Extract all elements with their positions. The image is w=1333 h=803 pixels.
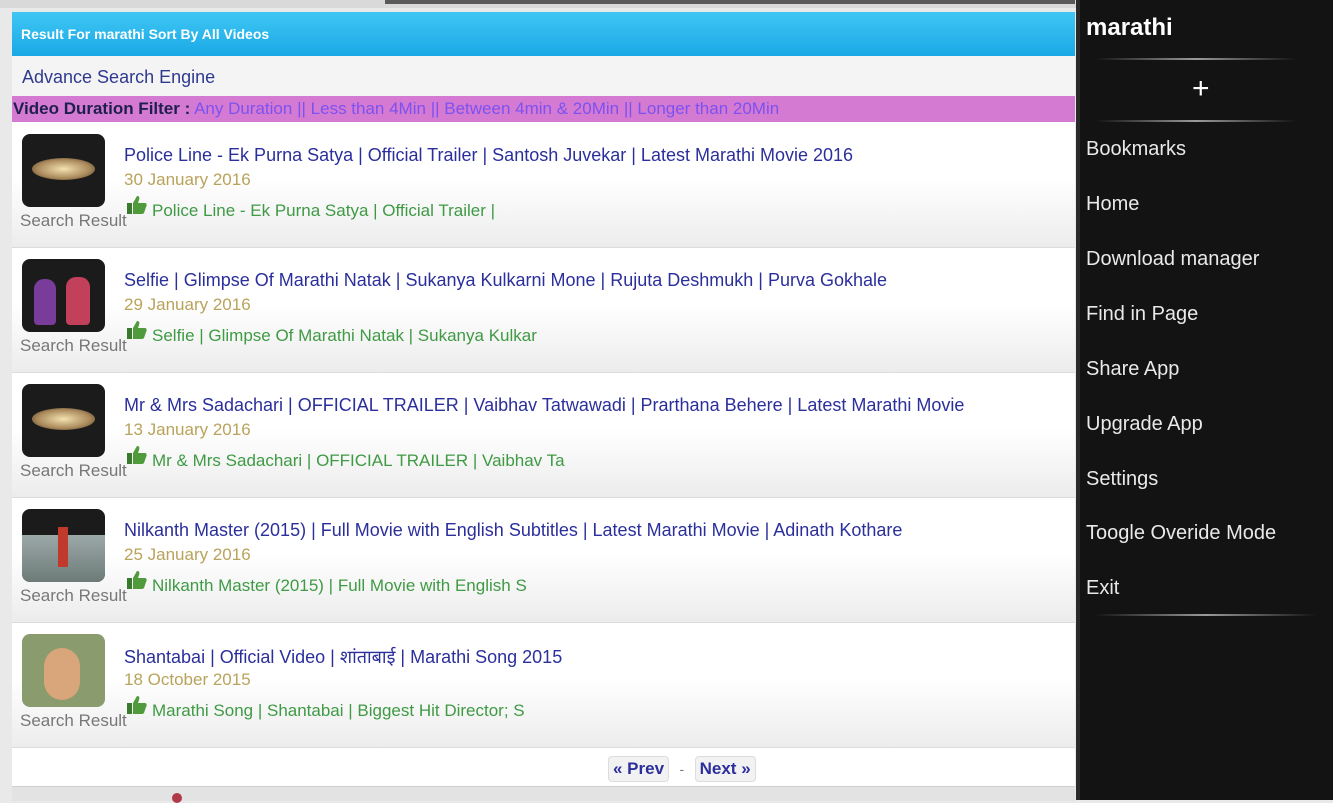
video-title-link[interactable]: Nilkanth Master (2015) | Full Movie with… [124,520,902,541]
search-result-caption: Search Result [20,586,127,605]
result-item[interactable]: Search Result Mr & Mrs Sadachari | OFFIC… [12,373,1075,498]
thumbs-up-icon [127,696,147,714]
video-date: 18 October 2015 [124,670,251,689]
add-tab-button[interactable]: + [1192,74,1210,104]
video-date: 30 January 2016 [124,170,251,189]
video-date: 13 January 2016 [124,420,251,439]
menu-item-find-in-page[interactable]: Find in Page [1086,303,1198,326]
result-item[interactable]: Search Result Shantabai | Official Video… [12,623,1075,748]
video-description: Marathi Song | Shantabai | Biggest Hit D… [152,701,525,720]
menu-item-share-app[interactable]: Share App [1086,358,1179,381]
filter-separator: || [430,99,440,118]
menu-item-upgrade-app[interactable]: Upgrade App [1086,413,1203,436]
video-date: 25 January 2016 [124,545,251,564]
filter-less-than-4min[interactable]: Less than 4Min [311,99,426,118]
menu-item-toggle-override-mode[interactable]: Toogle Overide Mode [1086,522,1276,545]
filter-longer-than-20min[interactable]: Longer than 20Min [637,99,779,118]
result-item[interactable]: Search Result Police Line - Ek Purna Sat… [12,123,1075,248]
pager-separator: - [679,761,685,777]
search-result-caption: Search Result [20,461,127,480]
filter-separator: || [623,99,633,118]
advance-search-link[interactable]: Advance Search Engine [12,56,1075,96]
video-thumbnail[interactable] [22,634,105,707]
next-page-button[interactable]: Next » [694,756,756,782]
search-result-caption: Search Result [20,336,127,355]
video-date: 29 January 2016 [124,295,251,314]
duration-filter-bar: Video Duration Filter : Any Duration || … [12,96,1075,122]
menu-divider [1096,614,1316,616]
menu-item-download-manager[interactable]: Download manager [1086,248,1259,271]
bottom-strip [12,786,1075,803]
top-tab-indicator [385,0,1075,4]
search-result-caption: Search Result [20,211,127,230]
video-description: Mr & Mrs Sadachari | OFFICIAL TRAILER | … [152,451,565,470]
menu-edge-shadow [1076,0,1080,800]
main-content: Result For marathi Sort By All Videos Ad… [12,12,1075,800]
menu-title: marathi [1086,14,1173,41]
result-item[interactable]: Search Result Nilkanth Master (2015) | F… [12,498,1075,623]
bottom-indicator-dot [172,793,182,803]
side-menu: marathi + Bookmarks Home Download manage… [1076,0,1333,800]
video-description: Police Line - Ek Purna Satya | Official … [152,201,495,220]
video-title-link[interactable]: Police Line - Ek Purna Satya | Official … [124,145,853,166]
video-thumbnail[interactable] [22,509,105,582]
filter-any-duration[interactable]: Any Duration [194,99,292,118]
video-title-link[interactable]: Selfie | Glimpse Of Marathi Natak | Suka… [124,270,887,291]
menu-item-exit[interactable]: Exit [1086,577,1119,600]
filter-between-4-20min[interactable]: Between 4min & 20Min [444,99,619,118]
duration-filter-label: Video Duration Filter : [13,99,191,118]
results-list: Search Result Police Line - Ek Purna Sat… [12,123,1075,748]
menu-item-home[interactable]: Home [1086,193,1139,216]
menu-divider [1096,120,1296,122]
prev-page-button[interactable]: « Prev [608,756,670,782]
menu-item-bookmarks[interactable]: Bookmarks [1086,138,1186,161]
result-item[interactable]: Search Result Selfie | Glimpse Of Marath… [12,248,1075,373]
video-description: Selfie | Glimpse Of Marathi Natak | Suka… [152,326,537,345]
video-thumbnail[interactable] [22,134,105,207]
video-title-link[interactable]: Shantabai | Official Video | शांताबाई | … [124,645,562,669]
thumbs-up-icon [127,571,147,589]
thumbs-up-icon [127,321,147,339]
video-description: Nilkanth Master (2015) | Full Movie with… [152,576,527,595]
pagination: « Prev - Next » [12,750,1075,788]
video-title-link[interactable]: Mr & Mrs Sadachari | OFFICIAL TRAILER | … [124,395,964,416]
video-thumbnail[interactable] [22,384,105,457]
thumbs-up-icon [127,446,147,464]
result-header: Result For marathi Sort By All Videos [12,12,1075,56]
filter-separator: || [297,99,306,118]
menu-divider [1096,58,1296,60]
menu-item-settings[interactable]: Settings [1086,468,1158,491]
video-thumbnail[interactable] [22,259,105,332]
search-result-caption: Search Result [20,711,127,730]
thumbs-up-icon [127,196,147,214]
